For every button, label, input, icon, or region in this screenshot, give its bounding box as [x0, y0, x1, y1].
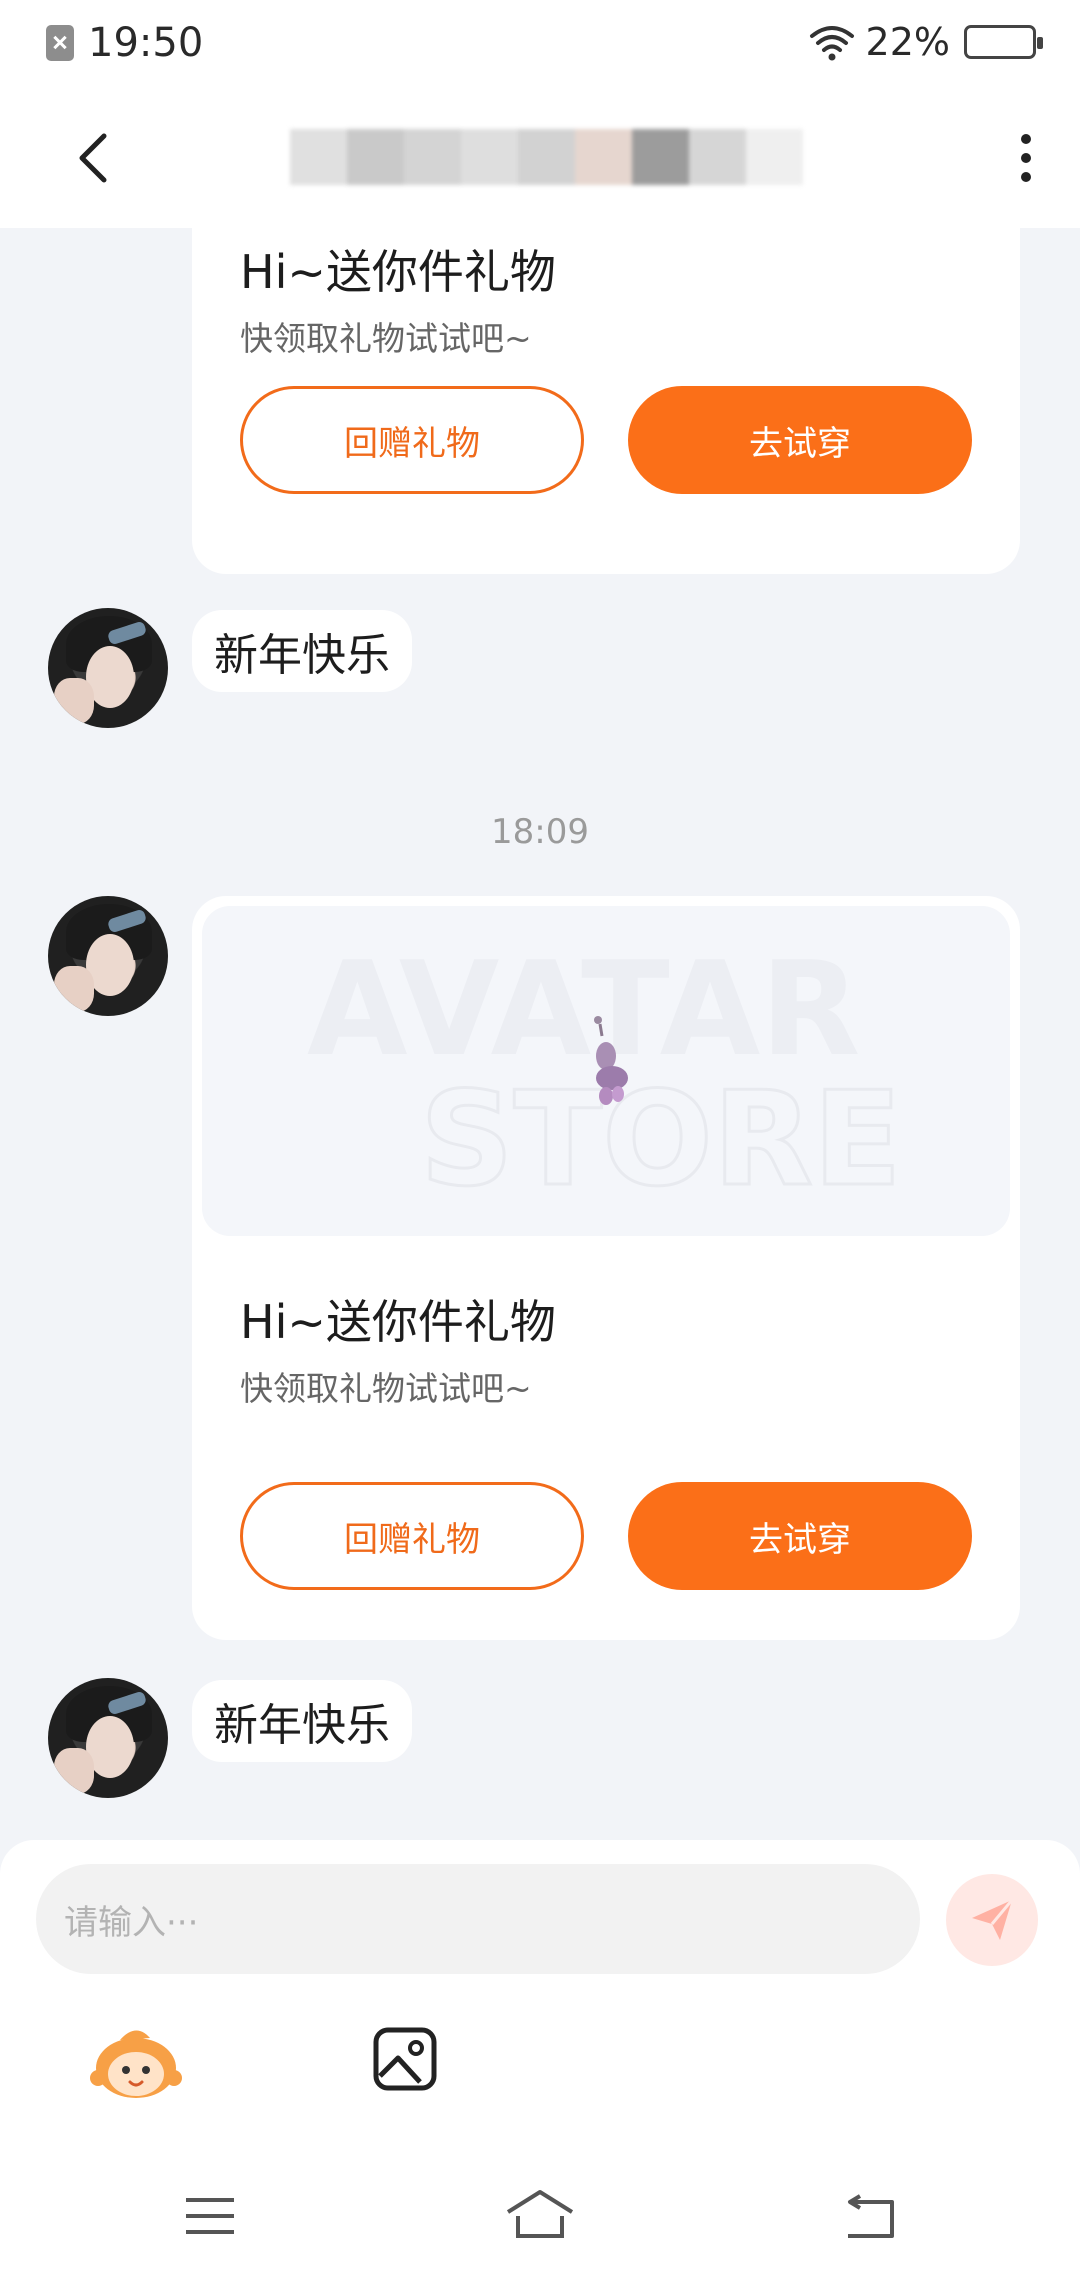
more-vertical-icon — [1021, 134, 1031, 144]
avatar[interactable] — [48, 1678, 168, 1798]
input-area: 请输入··· — [0, 1840, 1080, 2140]
send-icon — [972, 1899, 1014, 1940]
message-bubble: 新年快乐 — [192, 1680, 412, 1762]
avatar[interactable] — [48, 608, 168, 728]
gift-image[interactable]: AVATAR STORE — [202, 906, 1010, 1236]
home-icon[interactable] — [500, 2186, 580, 2246]
status-bar: 19:50 22% — [0, 0, 1080, 88]
back-button[interactable] — [66, 126, 126, 190]
image-picker-icon[interactable] — [372, 2026, 438, 2092]
gift-card-title: Hi~送你件礼物 — [240, 245, 556, 299]
gift-card-title: Hi~送你件礼物 — [240, 1295, 556, 1349]
more-options-button[interactable] — [1006, 126, 1046, 190]
battery-icon — [964, 25, 1043, 59]
sticker-mascot-icon[interactable] — [90, 2022, 182, 2102]
gift-card: AVATAR STORE Hi~送你件礼物 快领取礼物试试吧~ 回赠礼物 去试穿 — [192, 896, 1020, 1640]
battery-percentage: 22% — [865, 20, 950, 64]
return-gift-button[interactable]: 回赠礼物 — [240, 386, 584, 494]
chat-area[interactable]: Hi~送你件礼物 快领取礼物试试吧~ 回赠礼物 去试穿 新年快乐 18:09 A… — [0, 228, 1080, 1840]
gift-card-subtitle: 快领取礼物试试吧~ — [240, 1369, 532, 1408]
contact-name-blurred — [290, 112, 840, 202]
gift-card: Hi~送你件礼物 快领取礼物试试吧~ 回赠礼物 去试穿 — [192, 228, 1020, 574]
status-time: 19:50 — [88, 20, 204, 66]
gift-card-subtitle: 快领取礼物试试吧~ — [240, 319, 532, 358]
message-input[interactable]: 请输入··· — [36, 1864, 920, 1974]
message-bubble: 新年快乐 — [192, 610, 412, 692]
try-on-button[interactable]: 去试穿 — [628, 1482, 972, 1590]
avatar[interactable] — [48, 896, 168, 1016]
no-sim-icon — [46, 25, 74, 61]
menu-icon[interactable] — [170, 2186, 250, 2246]
try-on-button[interactable]: 去试穿 — [628, 386, 972, 494]
send-button[interactable] — [946, 1874, 1038, 1966]
watermark-text-store: STORE — [420, 1063, 902, 1215]
system-nav-bar — [0, 2140, 1080, 2280]
chat-header — [0, 88, 1080, 228]
return-gift-button[interactable]: 回赠礼物 — [240, 1482, 584, 1590]
message-timestamp: 18:09 — [491, 812, 589, 852]
wifi-icon — [809, 26, 854, 61]
avatar-store-watermark: AVATAR STORE — [307, 933, 903, 1217]
back-nav-icon[interactable] — [830, 2186, 910, 2246]
